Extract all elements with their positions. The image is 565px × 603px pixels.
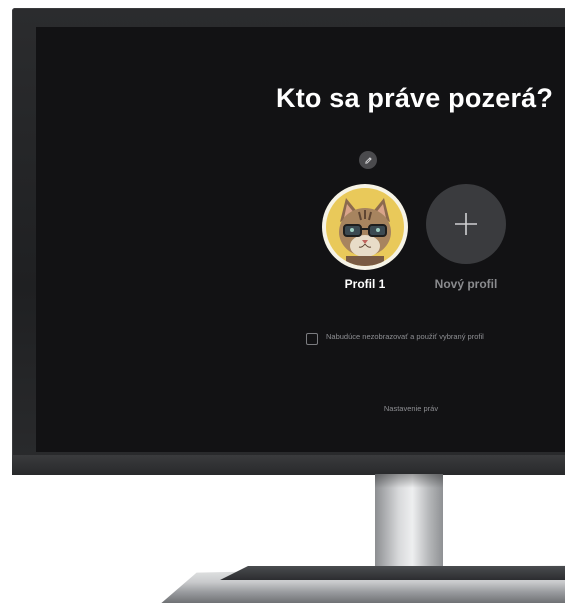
pencil-icon	[364, 156, 372, 164]
remember-profile-checkbox[interactable]	[306, 333, 318, 345]
add-profile-button[interactable]	[426, 184, 506, 264]
page-title: Kto sa práve pozerá?	[276, 83, 554, 113]
settings-link[interactable]: Nastavenie práv	[366, 404, 456, 413]
new-profile-label[interactable]: Nový profil	[414, 277, 518, 291]
monitor-screen: Kto sa práve pozerá? Profil 1 Nový profi…	[36, 27, 565, 452]
profile-name-label[interactable]: Profil 1	[322, 277, 408, 291]
cat-with-glasses-avatar	[326, 188, 404, 266]
monitor-bezel-bottom	[12, 455, 565, 475]
profile-avatar[interactable]	[322, 184, 408, 270]
monitor-stand-neck	[375, 474, 443, 580]
edit-profiles-button[interactable]	[359, 151, 377, 169]
monitor-stand-shadow	[375, 474, 443, 488]
remember-profile-label[interactable]: Nabudúce nezobrazovať a použiť vybraný p…	[326, 332, 484, 341]
monitor-stand-base-top	[220, 566, 565, 580]
plus-icon	[455, 213, 477, 235]
